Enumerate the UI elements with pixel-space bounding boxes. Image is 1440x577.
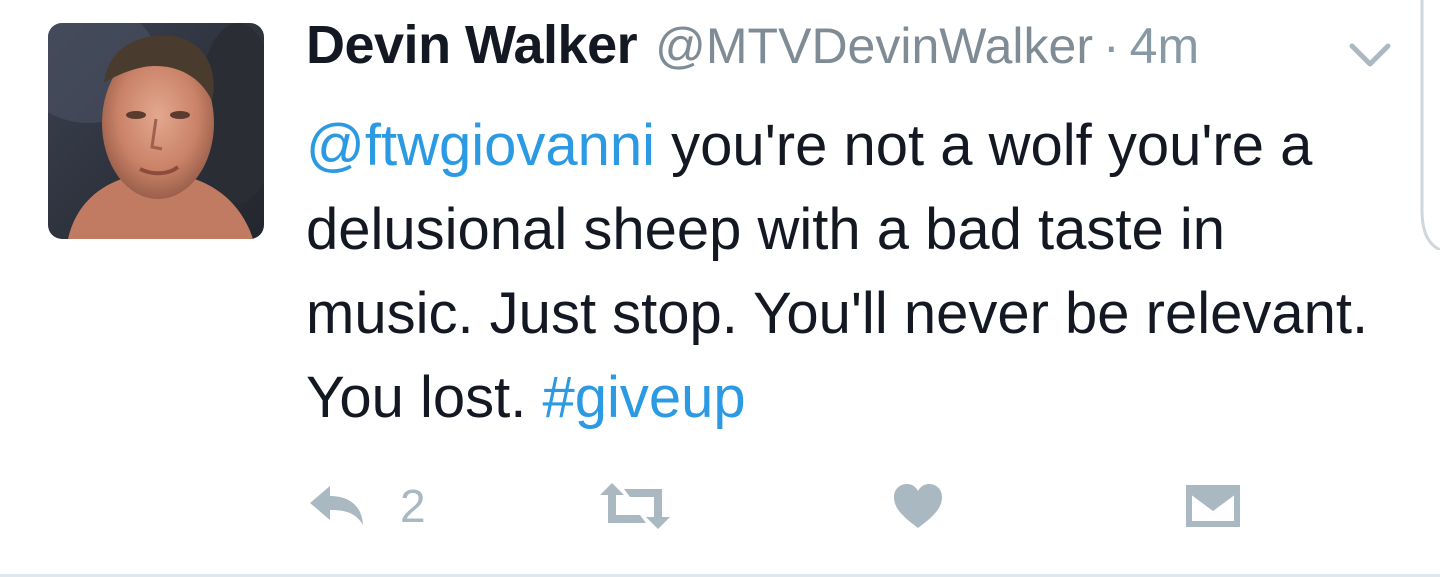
- reply-count: 2: [400, 480, 426, 532]
- envelope-icon: [1186, 485, 1240, 527]
- chevron-down-icon[interactable]: [1348, 40, 1392, 70]
- avatar[interactable]: [48, 23, 264, 239]
- reply-icon: [310, 486, 363, 525]
- avatar-photo: [48, 23, 264, 239]
- card-edge-divider: [1420, 0, 1440, 250]
- author-name[interactable]: Devin Walker: [306, 14, 638, 76]
- tweet-header: Devin Walker @MTVDevinWalker · 4m: [306, 14, 1199, 88]
- hashtag-link[interactable]: #giveup: [542, 365, 745, 430]
- tweet-text: @ftwgiovanni you're not a wolf you're a …: [306, 104, 1396, 440]
- retweet-icon: [600, 483, 670, 529]
- mention-link[interactable]: @ftwgiovanni: [306, 113, 655, 178]
- tweet-timestamp[interactable]: 4m: [1130, 17, 1199, 75]
- tweet-card[interactable]: Devin Walker @MTVDevinWalker · 4m @ftwgi…: [0, 0, 1440, 577]
- heart-icon: [894, 484, 942, 528]
- meta-separator: ·: [1102, 18, 1120, 74]
- direct-message-button[interactable]: [1184, 476, 1242, 536]
- like-button[interactable]: [892, 476, 944, 536]
- author-handle[interactable]: @MTVDevinWalker: [655, 17, 1093, 75]
- retweet-button[interactable]: [598, 476, 672, 536]
- reply-button[interactable]: 2: [306, 476, 426, 536]
